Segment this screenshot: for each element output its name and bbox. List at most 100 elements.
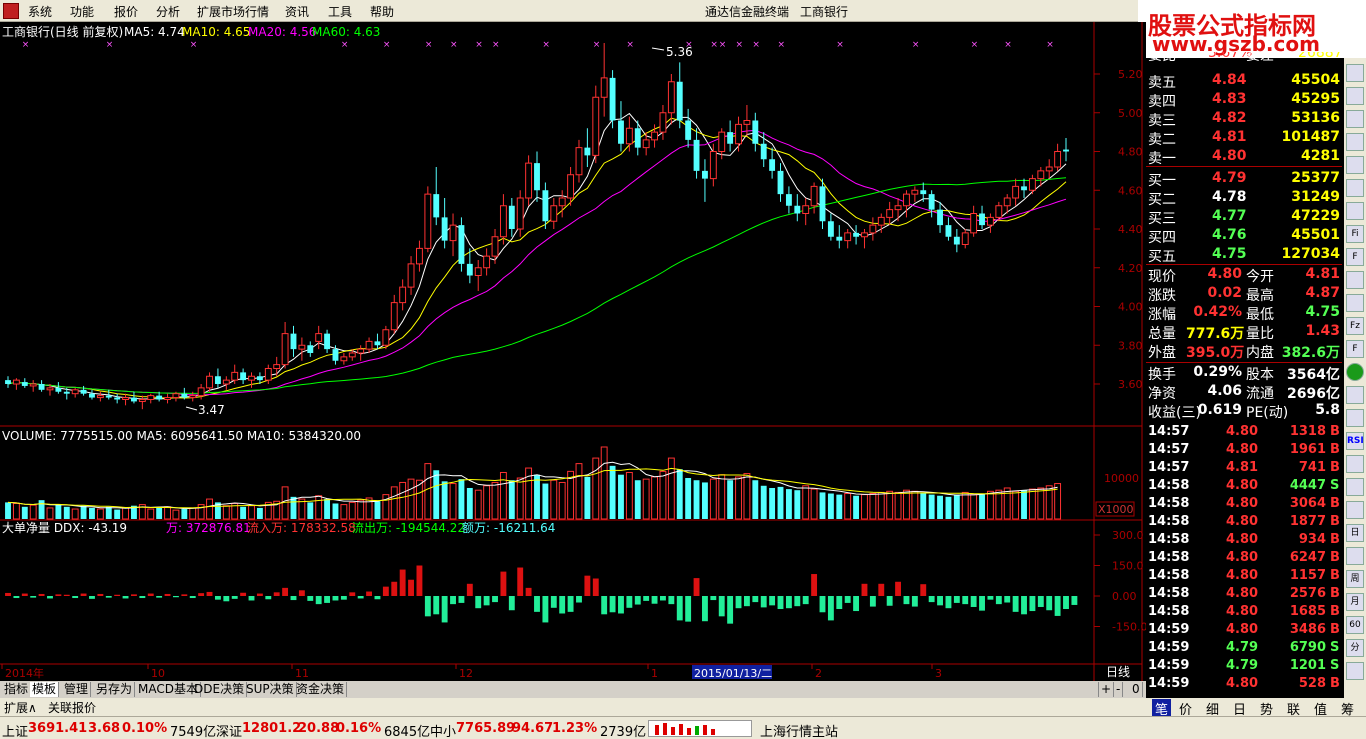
move-icon[interactable]	[1346, 478, 1364, 496]
bottom-tab[interactable]: SUP决策	[244, 682, 297, 697]
hand-icon[interactable]	[1346, 294, 1364, 312]
candle-body-down	[508, 205, 515, 229]
month-icon[interactable]: 60	[1346, 616, 1364, 634]
menu-ext-market[interactable]: 扩展市场行情	[197, 3, 269, 20]
edit-icon[interactable]	[1346, 547, 1364, 565]
grid-icon[interactable]	[1346, 133, 1364, 151]
ask-row[interactable]: 卖五 4.84 45504	[1146, 72, 1342, 91]
ri-icon[interactable]: 日	[1346, 524, 1364, 542]
candle-body-up	[525, 162, 533, 199]
menu-system[interactable]: 系统	[28, 3, 52, 20]
sh-pct: 0.10%	[122, 721, 168, 736]
candle-body-up	[810, 185, 818, 207]
ddx-tick-label: 0.00	[1112, 590, 1137, 603]
lock-icon[interactable]	[1346, 455, 1364, 473]
candle-body-up	[1045, 166, 1053, 172]
menu-news[interactable]: 资讯	[285, 3, 309, 20]
bottom-tab[interactable]: 另存为	[94, 682, 136, 697]
wave-icon[interactable]	[1346, 202, 1364, 220]
candle-body-up	[961, 232, 969, 245]
volume-bar-up	[903, 489, 910, 520]
bottom-tab[interactable]: 管理	[62, 682, 92, 697]
ddx-bar	[298, 590, 305, 596]
menu-help[interactable]: 帮助	[370, 3, 394, 20]
kline-chart[interactable]: 工商银行(日线 前复权) MA5: 4.74 MA10: 4.65 MA20: …	[0, 22, 1146, 681]
bottom-tab[interactable]: DDE决策	[192, 682, 248, 697]
rsi-icon[interactable]: RSI	[1346, 432, 1364, 450]
volume-bar-up	[315, 495, 323, 520]
ask-row[interactable]: 卖一 4.80 4281	[1146, 148, 1342, 167]
ask-row[interactable]: 卖三 4.82 53136	[1146, 110, 1342, 129]
ask-row[interactable]: 卖四 4.83 45295	[1146, 91, 1342, 110]
volume-bar-up	[340, 504, 348, 520]
ma60-label: MA60: 4.63	[312, 25, 380, 39]
volume-bar-down	[584, 476, 591, 519]
sh-name: 上证	[2, 725, 29, 739]
screen-icon[interactable]	[1346, 409, 1364, 427]
book-icon[interactable]	[1346, 662, 1364, 680]
chart-icon[interactable]	[1346, 64, 1364, 82]
related-quote[interactable]: 关联报价	[48, 699, 96, 716]
bottom-tab[interactable]: 模板	[30, 682, 60, 697]
stat-row: 涨幅 0.42% 最低 4.75	[1148, 304, 1340, 323]
day-icon[interactable]: 周	[1346, 570, 1364, 588]
ddx-bar	[794, 596, 801, 607]
ddx-bar	[844, 596, 851, 603]
bid-row[interactable]: 买二 4.78 31249	[1146, 189, 1342, 208]
bid-row[interactable]: 买五 4.75 127034	[1146, 246, 1342, 265]
app-icon[interactable]	[3, 3, 19, 19]
bottom-tab[interactable]: 指标	[2, 682, 32, 697]
camera-icon[interactable]	[1346, 386, 1364, 404]
volume-bar-up	[483, 485, 491, 520]
fi-icon[interactable]: Fi	[1346, 225, 1364, 243]
bid-row[interactable]: 买三 4.77 47229	[1146, 208, 1342, 227]
line-icon[interactable]	[1346, 87, 1364, 105]
volume-bar-up	[29, 504, 37, 520]
tick-list[interactable]: 14:57 4.80 1318 B 14:57 4.80 1961 B 14:57 4.81 741…	[1146, 424, 1342, 694]
zoom-icon[interactable]	[1346, 501, 1364, 519]
ctrl-plus[interactable]: +	[1098, 682, 1115, 697]
circle-icon[interactable]	[1346, 363, 1364, 381]
ddx-bar	[525, 587, 532, 596]
candle-body-up	[861, 232, 868, 238]
signal-marker: ×	[383, 40, 391, 50]
quote-divider	[1146, 264, 1342, 265]
candle-body-down	[928, 194, 935, 210]
fiz-icon[interactable]: Fz	[1346, 317, 1364, 335]
candle-body-up	[483, 255, 491, 269]
week-icon[interactable]: 月	[1346, 593, 1364, 611]
menu-function[interactable]: 功能	[70, 3, 94, 20]
min-icon[interactable]: 分	[1346, 639, 1364, 657]
kline-icon[interactable]	[1346, 179, 1364, 197]
menu-tools[interactable]: 工具	[328, 3, 352, 20]
bottom-tab[interactable]: 资金决策	[294, 682, 348, 697]
ddx-bar	[332, 596, 339, 601]
menu-analysis[interactable]: 分析	[156, 3, 180, 20]
stat-row: 涨跌 0.02 最高 4.87	[1148, 285, 1340, 304]
volume-bar-down	[181, 509, 188, 519]
bid-row[interactable]: 买一 4.79 25377	[1146, 170, 1342, 189]
signal-marker: ×	[593, 40, 601, 50]
cycle-icon[interactable]	[1346, 156, 1364, 174]
volume-bar-up	[667, 457, 675, 520]
bid-row[interactable]: 买四 4.76 45501	[1146, 227, 1342, 246]
candle-body-up	[877, 216, 885, 226]
signal-marker: ×	[1046, 40, 1054, 50]
ddx-bar	[424, 596, 431, 617]
ask-row[interactable]: 卖二 4.81 101487	[1146, 129, 1342, 148]
ext-bar: 扩展∧ 关联报价	[0, 698, 1146, 716]
menu-quote[interactable]: 报价	[114, 3, 138, 20]
ext-toggle[interactable]: 扩展∧	[4, 699, 37, 716]
ddx-bar	[500, 571, 507, 596]
signal-marker: ×	[475, 40, 483, 50]
ddx-bar	[777, 596, 784, 610]
fin-icon[interactable]: F	[1346, 340, 1364, 358]
text-icon[interactable]	[1346, 271, 1364, 289]
ctrl-zero[interactable]: 0	[1130, 682, 1143, 697]
bar-icon[interactable]	[1346, 110, 1364, 128]
ctrl-minus[interactable]: -	[1114, 682, 1124, 697]
ddx-bar	[693, 578, 700, 596]
server-name[interactable]: 上海行情主站	[760, 721, 838, 739]
volume-bar-down	[21, 506, 28, 519]
f10-icon[interactable]: F	[1346, 248, 1364, 266]
